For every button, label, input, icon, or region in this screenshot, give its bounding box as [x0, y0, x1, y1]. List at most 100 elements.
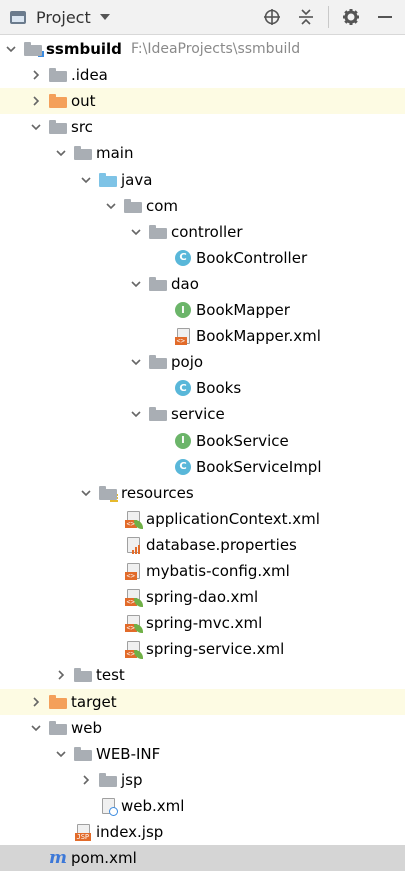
spring-xml-icon: <> — [124, 588, 143, 608]
tree-item-label: BookService — [196, 431, 289, 450]
folder-icon — [74, 666, 92, 684]
tree-item-label: BookController — [196, 248, 308, 267]
locate-icon[interactable] — [260, 5, 284, 29]
expand-right-icon[interactable] — [79, 773, 93, 787]
spring-xml-icon: <> — [124, 640, 143, 660]
expand-down-icon[interactable] — [29, 120, 43, 134]
tree-item[interactable]: ssmbuild F:\IdeaProjects\ssmbuild — [0, 36, 405, 62]
web-xml-icon — [99, 797, 118, 816]
package-icon — [149, 353, 167, 371]
no-arrow — [104, 616, 118, 630]
folder-icon — [49, 118, 67, 136]
module-folder-icon — [24, 40, 44, 58]
tree-item[interactable]: main — [0, 140, 405, 166]
tree-item[interactable]: .idea — [0, 62, 405, 88]
tree-item[interactable]: web.xml — [0, 793, 405, 819]
expand-down-icon[interactable] — [4, 42, 18, 56]
class-icon: C — [174, 249, 192, 267]
tree-item[interactable]: <> applicationContext.xml — [0, 506, 405, 532]
no-arrow — [104, 564, 118, 578]
tree-item-label: out — [71, 92, 96, 111]
no-arrow — [154, 303, 168, 317]
tree-item[interactable]: pojo — [0, 349, 405, 375]
expand-right-icon[interactable] — [29, 695, 43, 709]
tree-item[interactable]: C Books — [0, 375, 405, 401]
tree-item[interactable]: WEB-INF — [0, 741, 405, 767]
no-arrow — [104, 538, 118, 552]
tree-item-label: resources — [121, 483, 194, 502]
tree-item-label: web.xml — [121, 796, 185, 815]
tree-item[interactable]: C BookController — [0, 245, 405, 271]
tree-item[interactable]: test — [0, 662, 405, 688]
no-arrow — [154, 329, 168, 343]
tree-item[interactable]: java — [0, 167, 405, 193]
expand-down-icon[interactable] — [54, 747, 68, 761]
no-arrow — [154, 460, 168, 474]
tree-item-label: jsp — [121, 770, 143, 789]
toolbar-separator — [328, 6, 329, 28]
package-icon — [149, 405, 167, 423]
expand-down-icon[interactable] — [129, 277, 143, 291]
expand-right-icon[interactable] — [29, 94, 43, 108]
class-icon: C — [174, 379, 192, 397]
no-arrow — [104, 642, 118, 656]
tree-item[interactable]: <> spring-mvc.xml — [0, 610, 405, 636]
expand-down-icon[interactable] — [129, 355, 143, 369]
tree-item[interactable]: m pom.xml — [0, 845, 405, 872]
expand-down-icon[interactable] — [129, 225, 143, 239]
interface-icon: I — [174, 432, 192, 450]
gear-icon[interactable] — [339, 5, 363, 29]
folder-icon — [74, 745, 92, 763]
tree-item[interactable]: I BookMapper — [0, 297, 405, 323]
web-folder-icon — [49, 719, 67, 737]
tree-item[interactable]: com — [0, 193, 405, 219]
jsp-file-icon: JSP — [74, 823, 92, 841]
expand-down-icon[interactable] — [104, 199, 118, 213]
tree-item-label: test — [96, 666, 125, 685]
expand-down-icon[interactable] — [79, 173, 93, 187]
expand-down-icon[interactable] — [29, 721, 43, 735]
dropdown-caret-icon[interactable] — [99, 14, 110, 20]
tree-item-label: src — [71, 118, 93, 137]
tree-item-label: database.properties — [146, 535, 297, 554]
source-folder-icon — [99, 171, 117, 189]
tree-item[interactable]: resources — [0, 480, 405, 506]
maven-icon: m — [49, 848, 67, 869]
tree-item[interactable]: JSP index.jsp — [0, 819, 405, 845]
tree-item[interactable]: <> mybatis-config.xml — [0, 558, 405, 584]
excluded-folder-icon — [49, 693, 67, 711]
collapse-icon[interactable] — [294, 5, 318, 29]
tree-item-label: java — [121, 170, 153, 189]
tree-item-label: com — [146, 196, 179, 215]
tree-item[interactable]: <> spring-dao.xml — [0, 584, 405, 610]
tree-item[interactable]: dao — [0, 271, 405, 297]
tree-item[interactable]: jsp — [0, 767, 405, 793]
tree-item-label: spring-mvc.xml — [146, 614, 263, 633]
tree-item[interactable]: C BookServiceImpl — [0, 454, 405, 480]
tree-item-label: BookMapper — [196, 301, 290, 319]
tree-item-label: pom.xml — [71, 849, 137, 868]
tree-item[interactable]: src — [0, 114, 405, 140]
expand-down-icon[interactable] — [129, 407, 143, 421]
tree-item[interactable]: I BookService — [0, 428, 405, 454]
expand-right-icon[interactable] — [29, 68, 43, 82]
no-arrow — [54, 825, 68, 839]
tree-item[interactable]: target — [0, 688, 405, 715]
no-arrow — [154, 251, 168, 265]
expand-right-icon[interactable] — [54, 668, 68, 682]
tree-item[interactable]: <> spring-service.xml — [0, 636, 405, 662]
tree-item[interactable]: <> BookMapper.xml — [0, 323, 405, 349]
tree-item[interactable]: service — [0, 401, 405, 427]
expand-down-icon[interactable] — [79, 486, 93, 500]
project-view-selector[interactable]: Project — [10, 8, 110, 27]
expand-down-icon[interactable] — [54, 146, 68, 160]
properties-file-icon — [124, 536, 142, 554]
tree-item[interactable]: out — [0, 88, 405, 115]
tree-item[interactable]: web — [0, 715, 405, 741]
panel-title: Project — [36, 7, 91, 27]
spring-xml-icon: <> — [124, 510, 143, 529]
tree-item[interactable]: database.properties — [0, 532, 405, 558]
folder-icon — [49, 66, 67, 84]
minimize-icon[interactable] — [373, 5, 397, 29]
tree-item[interactable]: controller — [0, 219, 405, 245]
